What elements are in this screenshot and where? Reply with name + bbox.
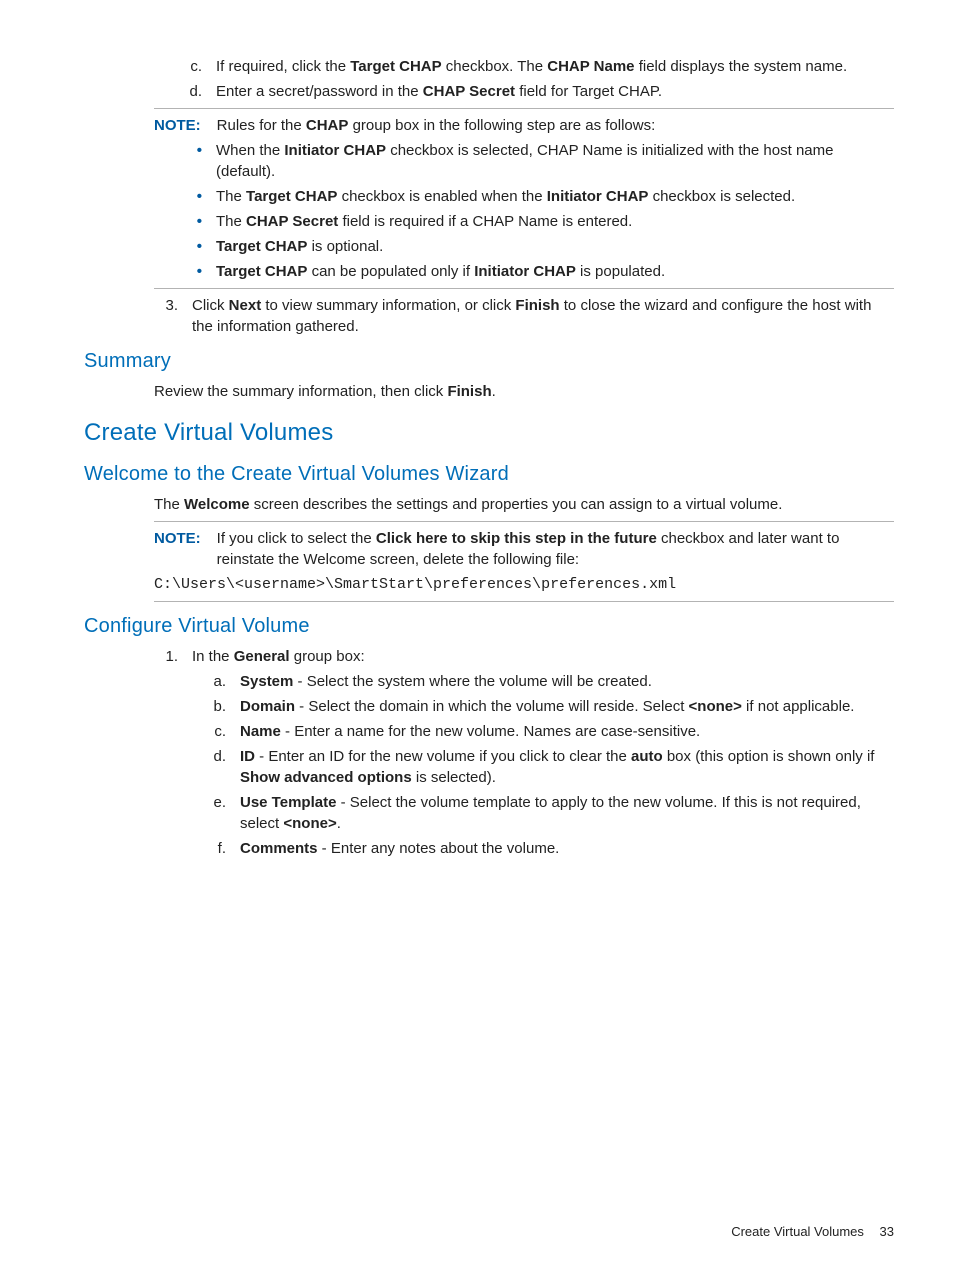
step-3: 3. Click Next to view summary informatio… — [84, 295, 894, 337]
heading-configure: Configure Virtual Volume — [84, 612, 894, 640]
rule-2 — [154, 288, 894, 289]
note1-bullet-4: • Target CHAP can be populated only if I… — [84, 261, 894, 282]
marker-c: c. — [178, 56, 216, 77]
note-1: NOTE: Rules for the CHAP group box in th… — [154, 115, 894, 136]
bullet-icon: • — [178, 261, 216, 282]
page-footer: Create Virtual Volumes 33 — [731, 1223, 894, 1241]
marker-3: 3. — [154, 295, 192, 316]
note-2: NOTE: If you click to select the Click h… — [154, 528, 894, 570]
heading-summary: Summary — [84, 347, 894, 375]
heading-welcome: Welcome to the Create Virtual Volumes Wi… — [84, 460, 894, 488]
footer-page-number: 33 — [880, 1224, 894, 1239]
step-3-text: Click Next to view summary information, … — [192, 295, 894, 337]
document-page: c. If required, click the Target CHAP ch… — [0, 0, 954, 1271]
marker-cc: c. — [202, 721, 240, 742]
sub-d: d. ID - Enter an ID for the new volume i… — [84, 746, 894, 788]
note1-bullet-0: • When the Initiator CHAP checkbox is se… — [84, 140, 894, 182]
step-c-text: If required, click the Target CHAP check… — [216, 56, 894, 77]
step-d: d. Enter a secret/password in the CHAP S… — [84, 81, 894, 102]
note1-bullet-2: • The CHAP Secret field is required if a… — [84, 211, 894, 232]
bullet-icon: • — [178, 186, 216, 207]
marker-a: a. — [202, 671, 240, 692]
marker-f: f. — [202, 838, 240, 859]
marker-1: 1. — [154, 646, 192, 667]
note-1-lead: Rules for the CHAP group box in the foll… — [217, 115, 894, 136]
rule-1 — [154, 108, 894, 109]
step-d-text: Enter a secret/password in the CHAP Secr… — [216, 81, 894, 102]
bullet-icon: • — [178, 140, 216, 161]
note-2-text: If you click to select the Click here to… — [217, 528, 894, 570]
note-2-path: C:\Users\<username>\SmartStart\preferenc… — [154, 574, 894, 595]
sub-e: e. Use Template - Select the volume temp… — [84, 792, 894, 834]
marker-dd: d. — [202, 746, 240, 767]
note1-bullet-3: • Target CHAP is optional. — [84, 236, 894, 257]
heading-cvv: Create Virtual Volumes — [84, 416, 894, 450]
sub-f: f. Comments - Enter any notes about the … — [84, 838, 894, 859]
welcome-text: The Welcome screen describes the setting… — [154, 494, 894, 515]
configure-step-1-text: In the General group box: — [192, 646, 894, 667]
note-1-label: NOTE: — [154, 115, 217, 136]
configure-step-1: 1. In the General group box: — [84, 646, 894, 667]
sub-a: a. System - Select the system where the … — [84, 671, 894, 692]
sub-b: b. Domain - Select the domain in which t… — [84, 696, 894, 717]
sub-c: c. Name - Enter a name for the new volum… — [84, 721, 894, 742]
summary-text: Review the summary information, then cli… — [154, 381, 894, 402]
marker-b: b. — [202, 696, 240, 717]
step-c: c. If required, click the Target CHAP ch… — [84, 56, 894, 77]
rule-4 — [154, 601, 894, 602]
marker-d: d. — [178, 81, 216, 102]
note-2-label: NOTE: — [154, 528, 217, 549]
footer-title: Create Virtual Volumes — [731, 1224, 864, 1239]
bullet-icon: • — [178, 236, 216, 257]
bullet-icon: • — [178, 211, 216, 232]
rule-3 — [154, 521, 894, 522]
note1-bullet-1: • The Target CHAP checkbox is enabled wh… — [84, 186, 894, 207]
marker-e: e. — [202, 792, 240, 813]
